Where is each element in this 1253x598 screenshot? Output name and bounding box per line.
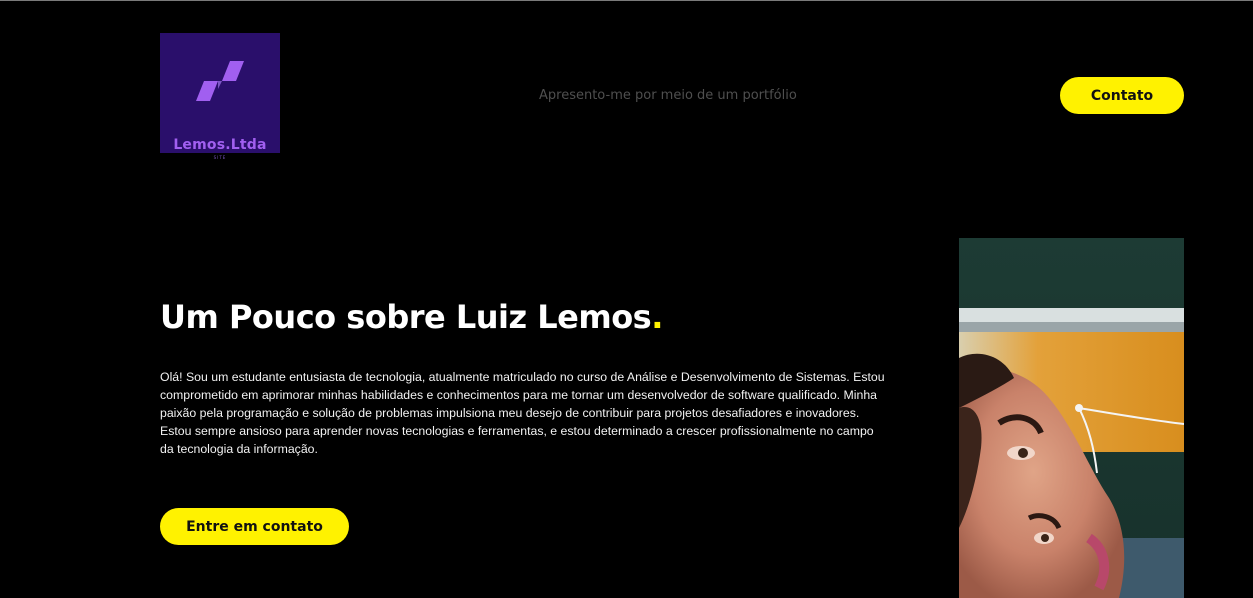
profile-photo — [959, 238, 1184, 598]
brand-logo[interactable]: Lemos.Ltda SITE — [160, 33, 280, 160]
bio-paragraph: Olá! Sou um estudante entusiasta de tecn… — [160, 370, 885, 456]
header-tagline: Apresento-me por meio de um portfólio — [539, 88, 797, 103]
top-border — [0, 0, 1253, 1]
page: Lemos.Ltda SITE Apresento-me por meio de… — [0, 0, 1253, 598]
page-title: Um Pouco sobre Luiz Lemos. — [160, 298, 663, 336]
get-in-touch-button[interactable]: Entre em contato — [160, 508, 349, 545]
logo-text: Lemos.Ltda — [173, 137, 267, 153]
title-text: Um Pouco sobre Luiz Lemos — [160, 298, 652, 336]
contact-button[interactable]: Contato — [1060, 77, 1184, 114]
title-dot: . — [651, 298, 663, 336]
logo-subtext: SITE — [213, 155, 227, 160]
lemos-logo-icon — [196, 61, 244, 101]
profile-photo-image — [959, 238, 1184, 598]
